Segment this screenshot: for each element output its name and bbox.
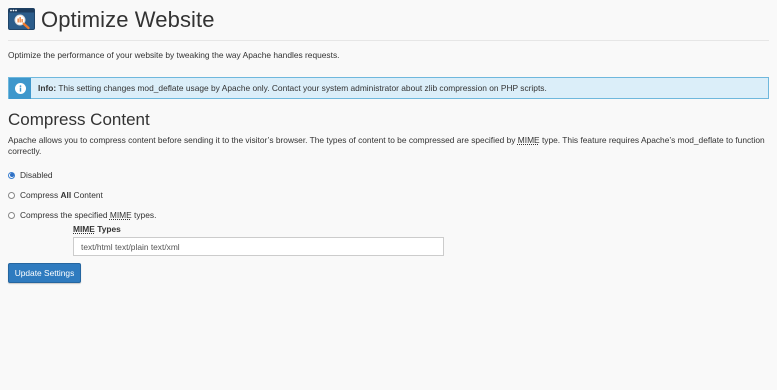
- page-description: Optimize the performance of your website…: [8, 50, 340, 60]
- radio-option-compress-all[interactable]: Compress All Content: [8, 189, 769, 201]
- radio-compress-all[interactable]: [8, 191, 15, 199]
- radio-compress-mime-post: types.: [131, 210, 157, 220]
- radio-compress-all-pre: Compress: [20, 190, 61, 200]
- radio-disabled-label[interactable]: Disabled: [20, 170, 53, 180]
- radio-option-compress-mime[interactable]: Compress the specified MIME types.: [8, 209, 769, 221]
- radio-disabled[interactable]: [8, 171, 15, 179]
- info-alert: Info: This setting changes mod_deflate u…: [8, 77, 769, 99]
- mime-types-input[interactable]: [73, 237, 444, 256]
- radio-compress-all-bold: All: [60, 190, 72, 200]
- radio-compress-all-label[interactable]: Compress All Content: [20, 190, 103, 200]
- radio-compress-mime-abbr: MIME: [109, 210, 132, 220]
- radio-compress-mime-label[interactable]: Compress the specified MIME types.: [20, 210, 156, 220]
- mime-types-label-abbr: MIME: [73, 224, 95, 234]
- compression-options: Disabled Compress All Content Compress t…: [8, 169, 769, 221]
- page-title: Optimize Website: [41, 7, 215, 32]
- info-alert-message: This setting changes mod_deflate usage b…: [56, 83, 547, 93]
- info-alert-text: Info: This setting changes mod_deflate u…: [38, 83, 547, 93]
- radio-compress-all-post: Content: [71, 190, 103, 200]
- info-icon: [9, 77, 31, 99]
- page: Optimize Website Optimize the performanc…: [0, 0, 777, 390]
- compress-desc-part1: Apache allows you to compress content be…: [8, 135, 518, 145]
- mime-types-label: MIME Types: [73, 224, 769, 234]
- mime-types-label-post: Types: [94, 224, 121, 234]
- compress-content-description: Apache allows you to compress content be…: [8, 135, 768, 157]
- radio-compress-mime[interactable]: [8, 211, 15, 219]
- mime-abbr: MIME: [517, 135, 540, 145]
- radio-compress-mime-pre: Compress the specified: [20, 210, 110, 220]
- page-header: Optimize Website: [8, 0, 769, 41]
- info-alert-label: Info:: [38, 83, 57, 93]
- magnifier-window-icon: [8, 8, 35, 30]
- radio-option-disabled[interactable]: Disabled: [8, 169, 769, 181]
- update-settings-button[interactable]: Update Settings: [8, 263, 81, 283]
- mime-types-field-group: MIME Types: [73, 224, 769, 256]
- compress-content-heading: Compress Content: [8, 110, 150, 129]
